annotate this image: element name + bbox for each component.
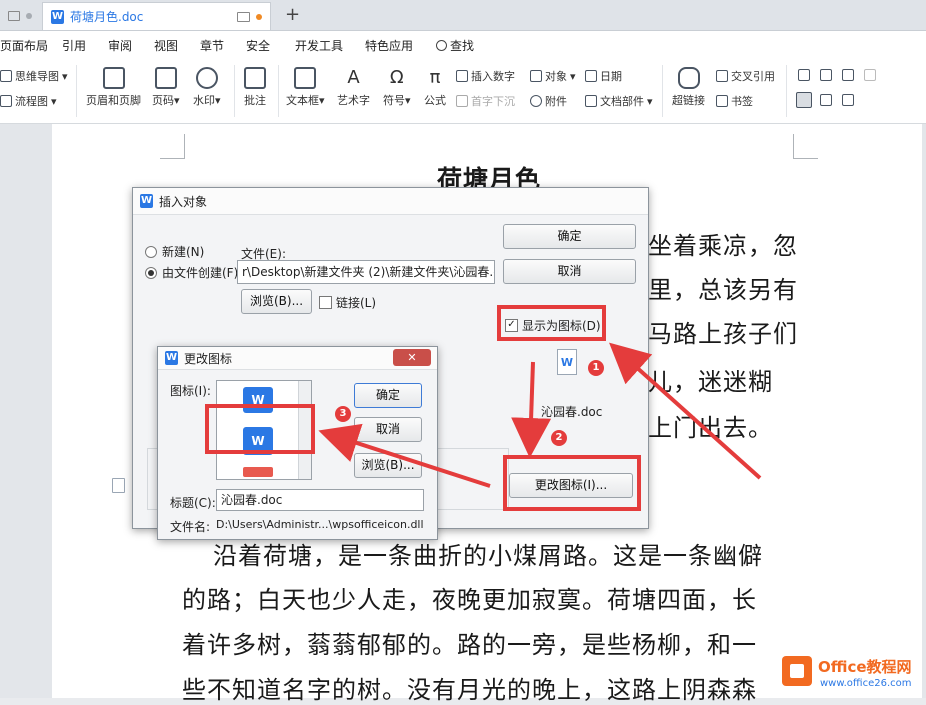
step-badge-3: 3 <box>335 406 351 422</box>
arrow-3 <box>318 423 491 488</box>
step-badge-1: 1 <box>588 360 604 376</box>
logo-sub-text: www.office26.com <box>820 678 912 689</box>
logo-main-text: Office教程网 <box>818 658 912 676</box>
annotation-arrows <box>318 342 762 488</box>
arrow-2 <box>511 361 552 458</box>
arrow-1 <box>609 342 762 480</box>
office-logo-icon <box>782 656 812 686</box>
step-badge-2: 2 <box>551 430 567 446</box>
site-logo: Office教程网 www.office26.com <box>780 652 926 698</box>
